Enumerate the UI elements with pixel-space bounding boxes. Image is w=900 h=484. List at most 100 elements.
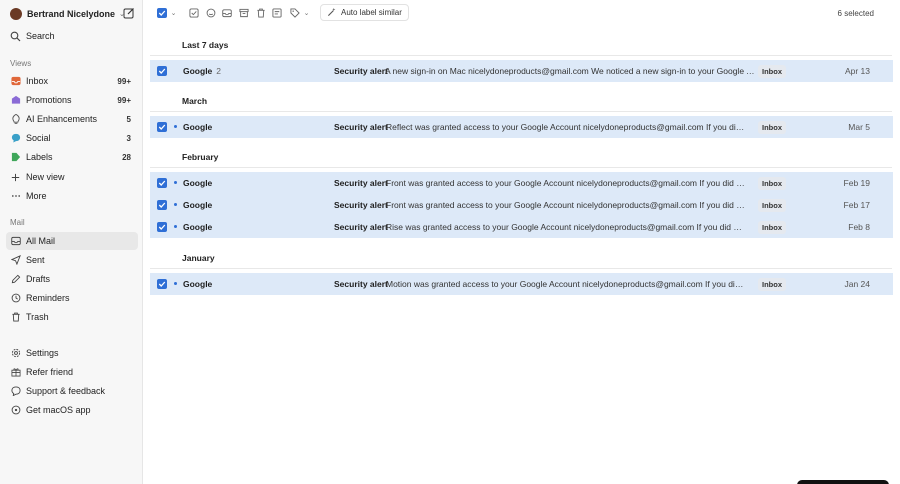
sidebar-item-social[interactable]: Social 3 [6, 129, 138, 147]
inbox-badge: Inbox [758, 220, 786, 234]
sidebar-item-get-macos-app[interactable]: Get macOS app [6, 401, 138, 419]
sidebar-item-label: Inbox [26, 76, 49, 86]
chevron-down-icon[interactable]: ⌄ [168, 7, 179, 18]
search-label: Search [26, 31, 55, 41]
sidebar-item-refer-friend[interactable]: Refer friend [6, 363, 138, 381]
sidebar-item-labels[interactable]: Labels 28 [6, 148, 138, 166]
group-header: Last 7 days [182, 40, 229, 50]
table-row[interactable]: Google Security alert Motion was granted… [150, 273, 893, 295]
social-icon [10, 133, 21, 144]
group-header: January [182, 253, 215, 263]
promotions-icon [10, 95, 21, 106]
sidebar-item-support[interactable]: Support & feedback [6, 382, 138, 400]
archive-icon[interactable] [238, 7, 249, 18]
compose-icon[interactable] [123, 7, 135, 19]
views-section-label: Views [10, 59, 32, 68]
trash-icon[interactable] [255, 7, 266, 18]
unread-count: 3 [126, 133, 131, 143]
move-to-icon[interactable] [271, 7, 282, 18]
inbox-badge: Inbox [758, 64, 786, 78]
row-checkbox[interactable] [157, 122, 167, 132]
sidebar-item-label: Support & feedback [26, 386, 106, 396]
sent-icon [10, 255, 21, 266]
sidebar-item-label: Sent [26, 255, 45, 265]
gear-icon [10, 348, 21, 359]
group-header: February [182, 152, 219, 162]
plus-icon [10, 172, 21, 183]
table-row[interactable]: Google Security alert Reflect was grante… [150, 116, 893, 138]
sidebar-item-ai-enhancements[interactable]: AI Enhancements 5 [6, 110, 138, 128]
inbox-badge: Inbox [758, 277, 786, 291]
row-checkbox[interactable] [157, 200, 167, 210]
avatar [10, 7, 22, 20]
selected-count: 6 selected [837, 9, 874, 18]
snippet: Motion was granted access to your Google… [386, 279, 746, 289]
unread-count: 5 [126, 114, 131, 124]
sidebar-item-label: Reminders [26, 293, 70, 303]
account-name: Bertrand Nicelydone [27, 8, 116, 19]
sidebar-item-label: Labels [26, 152, 53, 162]
unread-dot [174, 181, 177, 184]
table-row[interactable]: Google Security alert Front was granted … [150, 194, 893, 216]
inbox-icon [10, 76, 21, 87]
sidebar-item-sent[interactable]: Sent [6, 251, 138, 269]
row-checkbox[interactable] [157, 178, 167, 188]
unread-count: 28 [122, 152, 131, 162]
subject: Security alert [334, 122, 388, 132]
row-checkbox[interactable] [157, 66, 167, 76]
search-button[interactable]: Search [6, 27, 138, 45]
divider [150, 167, 892, 168]
select-all-checkbox[interactable] [156, 7, 167, 18]
snippet: Front was granted access to your Google … [386, 200, 746, 210]
reminders-icon [10, 293, 21, 304]
trash-icon [10, 312, 21, 323]
table-row[interactable]: Google Security alert Front was granted … [150, 172, 893, 194]
unread-dot [174, 125, 177, 128]
table-row[interactable]: Google Security alert Rise was granted a… [150, 216, 893, 238]
unread-count: 99+ [117, 76, 131, 86]
toolbar: ⌄ ⌄ Auto label similar 6 selected [143, 0, 900, 26]
label-icon[interactable] [289, 7, 300, 18]
sidebar-item-label: Refer friend [26, 367, 74, 377]
sidebar-item-more[interactable]: More [6, 187, 138, 205]
inbox-badge: Inbox [758, 198, 786, 212]
divider [150, 55, 892, 56]
unread-count: 99+ [117, 95, 131, 105]
date: Feb 8 [848, 222, 870, 232]
date: Apr 13 [844, 66, 870, 76]
sender: Google [183, 279, 213, 289]
inbox-badge: Inbox [758, 176, 786, 190]
snooze-icon[interactable] [205, 7, 216, 18]
sender: Google [183, 222, 213, 232]
auto-label-similar-button[interactable]: Auto label similar [320, 4, 409, 21]
sidebar-item-drafts[interactable]: Drafts [6, 270, 138, 288]
support-icon [10, 386, 21, 397]
mark-unread-icon[interactable] [221, 7, 232, 18]
table-row[interactable]: Google 2 Security alert A new sign-in on … [150, 60, 893, 82]
mark-done-icon[interactable] [188, 7, 199, 18]
sidebar-item-trash[interactable]: Trash [6, 308, 138, 326]
sidebar-item-label: Trash [26, 312, 49, 322]
snippet: Front was granted access to your Google … [386, 178, 746, 188]
group-header: March [182, 96, 208, 106]
sidebar-item-promotions[interactable]: Promotions 99+ [6, 91, 138, 109]
more-icon [10, 191, 21, 202]
subject: Security alert [334, 200, 388, 210]
row-checkbox[interactable] [157, 279, 167, 289]
sidebar-item-inbox[interactable]: Inbox 99+ [6, 72, 138, 90]
sidebar-item-all-mail[interactable]: All Mail [6, 232, 138, 250]
search-icon [10, 31, 21, 42]
sidebar-item-label: Get macOS app [26, 405, 91, 415]
row-checkbox[interactable] [157, 222, 167, 232]
sidebar-item-settings[interactable]: Settings [6, 344, 138, 362]
sender: Google [183, 178, 213, 188]
refer-icon [10, 367, 21, 378]
chevron-down-icon[interactable]: ⌄ [301, 7, 312, 18]
sidebar-item-reminders[interactable]: Reminders [6, 289, 138, 307]
subject: Security alert [334, 66, 388, 76]
sidebar-item-label: All Mail [26, 236, 56, 246]
account-switcher[interactable]: Bertrand Nicelydone ⌄ [10, 6, 136, 21]
subject: Security alert [334, 279, 388, 289]
sidebar-item-new-view[interactable]: New view [6, 168, 138, 186]
floating-action-pill[interactable] [797, 480, 889, 484]
